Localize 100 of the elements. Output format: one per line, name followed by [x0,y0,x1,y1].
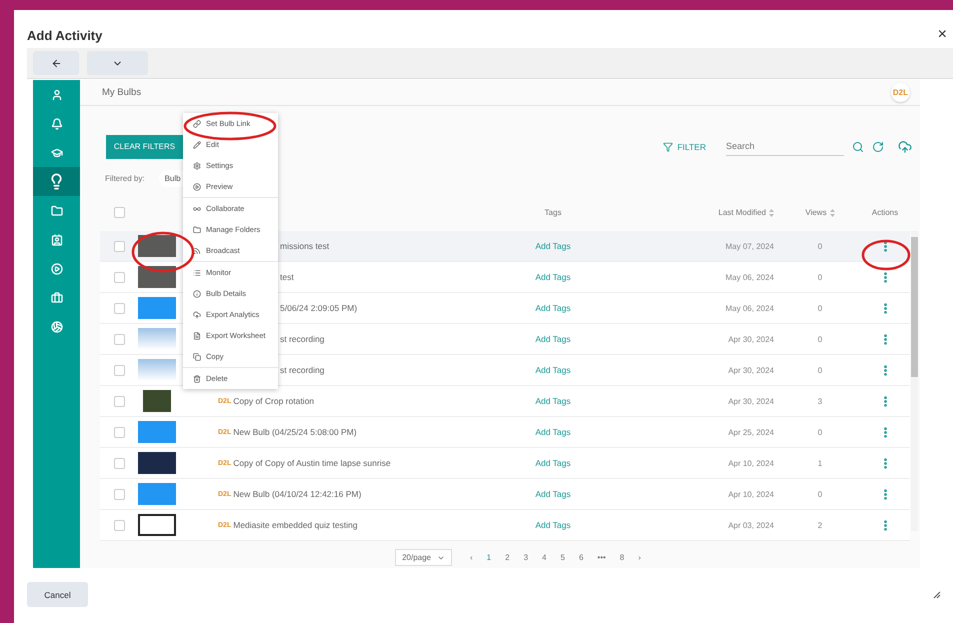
views-cell-text: 0 [816,428,824,437]
views-cell-text: 0 [816,366,824,375]
thumbnail-placeholder [138,297,176,320]
row-checkbox[interactable] [114,520,125,531]
thumbnail-placeholder [138,235,176,258]
previous-page-button[interactable]: ‹ [466,553,477,562]
add-tags-link[interactable]: Add Tags [518,458,588,468]
page-button[interactable]: 5 [556,553,569,562]
search-icon[interactable] [852,140,864,152]
bulb-title[interactable]: missions test [280,241,330,252]
page-title: My Bulbs [102,86,142,98]
bulb-title[interactable]: New Bulb (04/25/24 5:08:00 PM) [233,427,357,438]
column-header[interactable]: Last Modified [718,208,766,218]
search-field[interactable]: Search [726,137,844,156]
page-button[interactable]: 1 [482,553,496,562]
date-cell-text: Apr 30, 2024 [727,334,775,344]
views-cell-text: 2 [816,520,824,530]
add-tags-link[interactable]: Add Tags [518,272,588,282]
row-checkbox[interactable] [114,396,125,407]
bulb-title[interactable]: st recording [280,334,324,344]
hand-drawn-circle [862,240,910,270]
add-tags-link[interactable]: Add Tags [518,520,588,530]
bulb-title[interactable]: Copy of Crop rotation [233,396,314,406]
thumbnail-placeholder [138,359,176,382]
row-checkbox[interactable] [114,458,125,469]
bulb-title[interactable]: New Bulb (04/10/24 12:42:16 PM) [233,489,362,500]
add-tags-link[interactable]: Add Tags [518,489,588,500]
select-all-checkbox[interactable] [114,207,125,218]
thumbnail-placeholder [143,390,171,412]
date-cell-text: Apr 25, 2024 [727,428,775,437]
folder-icon [193,226,201,234]
logo: D2L [890,82,910,102]
bulb-title[interactable]: Mediasite embedded quiz testing [233,520,358,530]
bulb-title[interactable]: st recording [280,365,324,376]
settings-icon [193,162,201,170]
play-icon [193,182,201,190]
row-checkbox[interactable] [114,240,125,252]
date-cell-text: May 06, 2024 [724,272,775,282]
add-tags-link[interactable]: Add Tags [518,427,588,438]
page-button[interactable]: 2 [501,553,514,562]
row-checkbox[interactable] [114,426,125,438]
cloud-upload-icon[interactable] [898,140,912,154]
filtered-by-label: Filtered by: [105,174,145,183]
next-page-button[interactable]: › [634,553,645,562]
sidebar-item[interactable] [33,167,80,196]
clear-filters-button[interactable]: CLEAR FILTERS [106,134,183,158]
bulb-title[interactable]: 5/06/24 2:09:05 PM) [280,303,358,314]
page-button[interactable]: 8 [616,553,628,562]
views-cell-text: 3 [816,396,824,406]
views-cell-text: 1 [816,458,824,468]
info-icon [193,290,201,298]
arrow-left-icon [50,58,62,68]
row-checkbox[interactable] [114,302,125,314]
views-cell-text: 0 [816,334,824,344]
add-tags-link[interactable]: Add Tags [518,334,588,344]
filter-icon [663,142,674,152]
ball-icon [50,320,62,332]
sort-icon[interactable] [769,208,774,217]
add-tags-link[interactable]: Add Tags [518,396,588,406]
row-checkbox[interactable] [114,488,125,500]
folder-icon [50,204,62,216]
date-cell-text: Apr 10, 2024 [727,458,775,468]
row-checkbox[interactable] [114,364,125,376]
views-cell-text: 0 [816,242,824,251]
add-tags-link[interactable]: Add Tags [518,365,588,376]
per-page-select[interactable]: 20/page [395,549,452,566]
cancel-button[interactable]: Cancel [27,582,88,607]
date-cell-text: Apr 03, 2024 [727,520,775,530]
page-button[interactable]: 6 [574,553,588,562]
refresh-icon[interactable] [872,140,884,152]
page-button[interactable]: 4 [538,553,550,562]
bulb-title[interactable]: Copy of Copy of Austin time lapse sunrise [233,458,391,468]
contact-card-icon [50,234,62,246]
rss-icon [193,246,201,254]
filter-button[interactable]: FILTER [657,140,712,152]
link-icon [193,120,201,128]
add-tags-link[interactable]: Add Tags [518,303,588,314]
close-button[interactable]: × [938,26,947,44]
column-header[interactable]: Views [805,208,827,218]
page-button[interactable]: 3 [520,553,532,562]
thumbnail-placeholder [138,483,176,506]
sort-icon[interactable] [830,208,835,217]
add-tags-link[interactable]: Add Tags [518,241,588,252]
bulb-title[interactable]: test [280,272,294,282]
scrollbar[interactable] [911,231,918,532]
thumbnail-placeholder [138,266,176,288]
pencil-icon [193,140,201,148]
row-checkbox[interactable] [114,272,125,283]
views-cell-text: 0 [816,490,824,499]
hand-drawn-circle [132,232,194,272]
page-button[interactable]: ••• [593,553,610,562]
thumbnail-placeholder [138,514,176,536]
trash-icon [193,374,201,382]
row-checkbox[interactable] [114,334,125,345]
resize-handle-icon[interactable] [933,590,941,598]
cloud-icon [193,310,201,318]
views-cell-text: 0 [816,272,824,282]
graduation-cap-icon [50,146,62,158]
play-icon [50,262,62,274]
infinity-icon [193,204,201,212]
